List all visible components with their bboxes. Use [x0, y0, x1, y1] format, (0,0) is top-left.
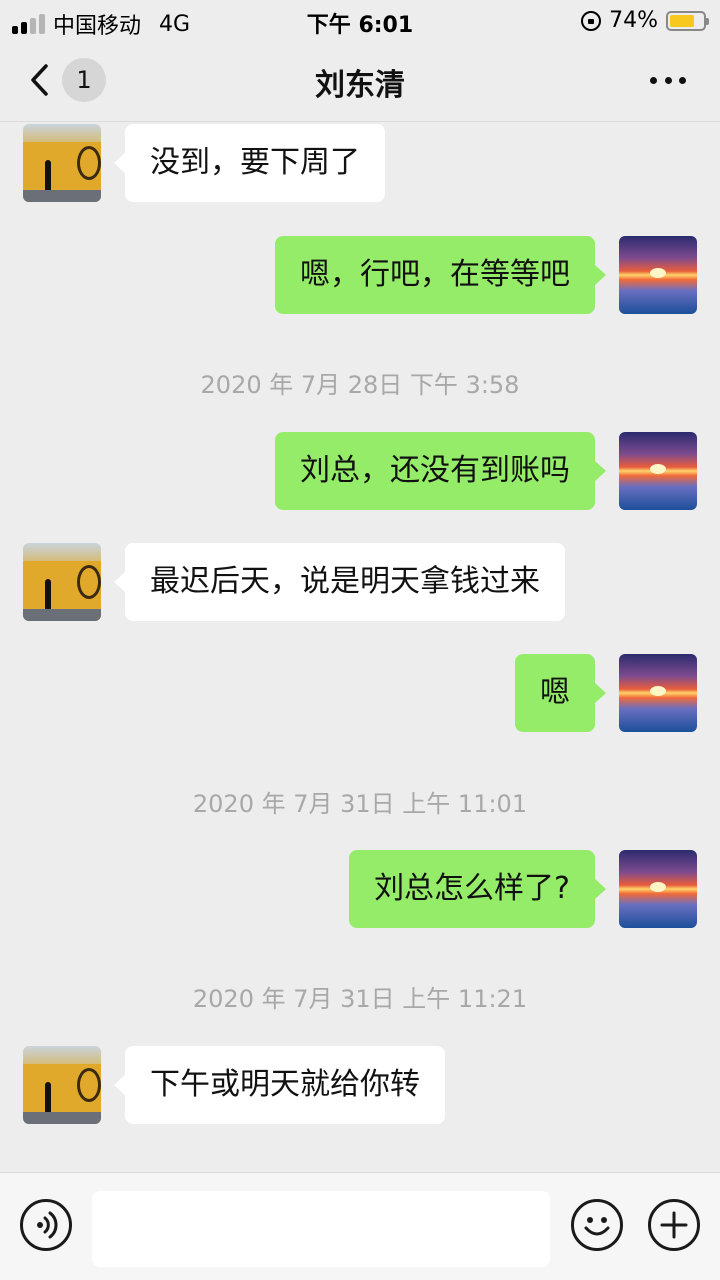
friend-avatar[interactable] — [23, 1046, 101, 1124]
message-outgoing: 刘总怎么样了? — [0, 850, 720, 928]
message-bubble[interactable]: 刘总怎么样了? — [349, 850, 606, 928]
message-incoming: 最迟后天，说是明天拿钱过来 — [0, 543, 720, 621]
emoji-icon[interactable] — [571, 1199, 623, 1251]
message-timestamp: 2020 年 7月 31日 上午 11:21 — [192, 985, 528, 1013]
message-list[interactable]: 没到，要下周了 嗯，行吧，在等等吧 2020 年 7月 28日 下午 3:58 … — [0, 122, 720, 1172]
message-bubble[interactable]: 嗯 — [515, 654, 606, 732]
friend-avatar[interactable] — [23, 124, 101, 202]
message-incoming: 下午或明天就给你转 — [0, 1046, 720, 1124]
message-bubble[interactable]: 嗯，行吧，在等等吧 — [275, 236, 606, 314]
battery-icon — [666, 10, 709, 31]
friend-avatar[interactable] — [23, 543, 101, 621]
more-dots-icon[interactable] — [650, 68, 686, 92]
message-timestamp: 2020 年 7月 31日 上午 11:01 — [192, 790, 528, 818]
message-timestamp: 2020 年 7月 28日 下午 3:58 — [200, 371, 520, 399]
message-outgoing: 嗯 — [0, 654, 720, 732]
message-bubble[interactable]: 下午或明天就给你转 — [114, 1046, 445, 1124]
message-outgoing: 嗯，行吧，在等等吧 — [0, 236, 720, 314]
rotation-lock-icon — [581, 10, 602, 31]
plus-icon[interactable] — [648, 1199, 700, 1251]
my-avatar[interactable] — [619, 236, 697, 314]
status-bar: 中国移动 4G 下午 6:01 74% — [0, 0, 720, 40]
message-input[interactable] — [92, 1191, 550, 1267]
battery-percent: 74% — [609, 8, 658, 33]
status-right: 74% — [581, 8, 709, 33]
my-avatar[interactable] — [619, 432, 697, 510]
my-avatar[interactable] — [619, 850, 697, 928]
message-bubble[interactable]: 没到，要下周了 — [114, 124, 385, 202]
message-incoming: 没到，要下周了 — [0, 124, 720, 202]
my-avatar[interactable] — [619, 654, 697, 732]
input-bar — [0, 1172, 720, 1280]
chat-header: 1 刘东清 — [0, 40, 720, 122]
voice-icon[interactable] — [20, 1199, 72, 1251]
message-bubble[interactable]: 刘总，还没有到账吗 — [275, 432, 606, 510]
message-outgoing: 刘总，还没有到账吗 — [0, 432, 720, 510]
page-title: 刘东清 — [315, 68, 405, 103]
message-bubble[interactable]: 最迟后天，说是明天拿钱过来 — [114, 543, 565, 621]
